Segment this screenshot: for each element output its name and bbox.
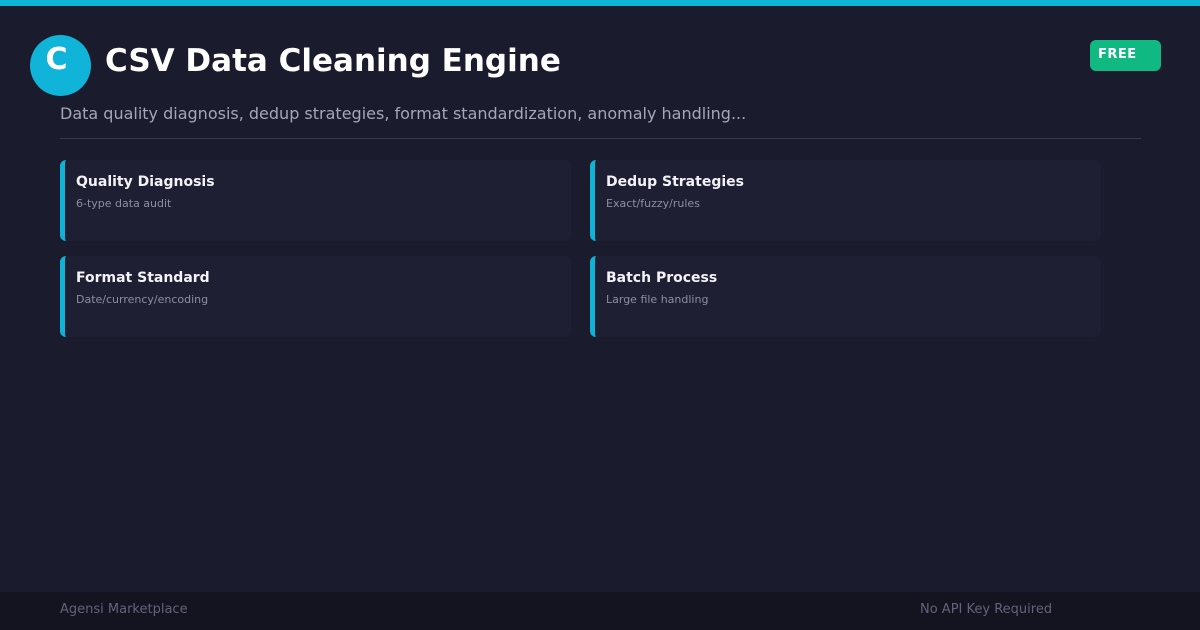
feature-card-description: 6-type data audit [76,197,172,210]
feature-card-title: Dedup Strategies [606,174,744,190]
feature-card-title: Batch Process [606,270,718,286]
free-badge: FREE [1090,40,1161,71]
logo-letter: C [45,42,68,77]
feature-card-description: Exact/fuzzy/rules [606,197,700,210]
footer-marketplace-label: Agensi Marketplace [60,602,188,617]
logo-icon: C [30,35,91,96]
feature-card-dedup-strategies: Dedup Strategies Exact/fuzzy/rules [590,160,1101,241]
footer-api-key-note: No API Key Required [920,602,1053,617]
feature-card-description: Date/currency/encoding [76,293,209,306]
top-accent-bar [0,0,1200,6]
footer: Agensi Marketplace No API Key Required [0,592,1200,630]
feature-card-quality-diagnosis: Quality Diagnosis 6-type data audit [60,160,571,241]
header-divider [60,138,1141,139]
feature-card-batch-process: Batch Process Large file handling [590,256,1101,337]
feature-card-format-standard: Format Standard Date/currency/encoding [60,256,571,337]
feature-card-description: Large file handling [606,293,709,306]
feature-card-title: Format Standard [76,270,210,286]
feature-card-title: Quality Diagnosis [76,174,215,190]
page-title: CSV Data Cleaning Engine [105,43,561,79]
page-subtitle: Data quality diagnosis, dedup strategies… [60,104,747,123]
